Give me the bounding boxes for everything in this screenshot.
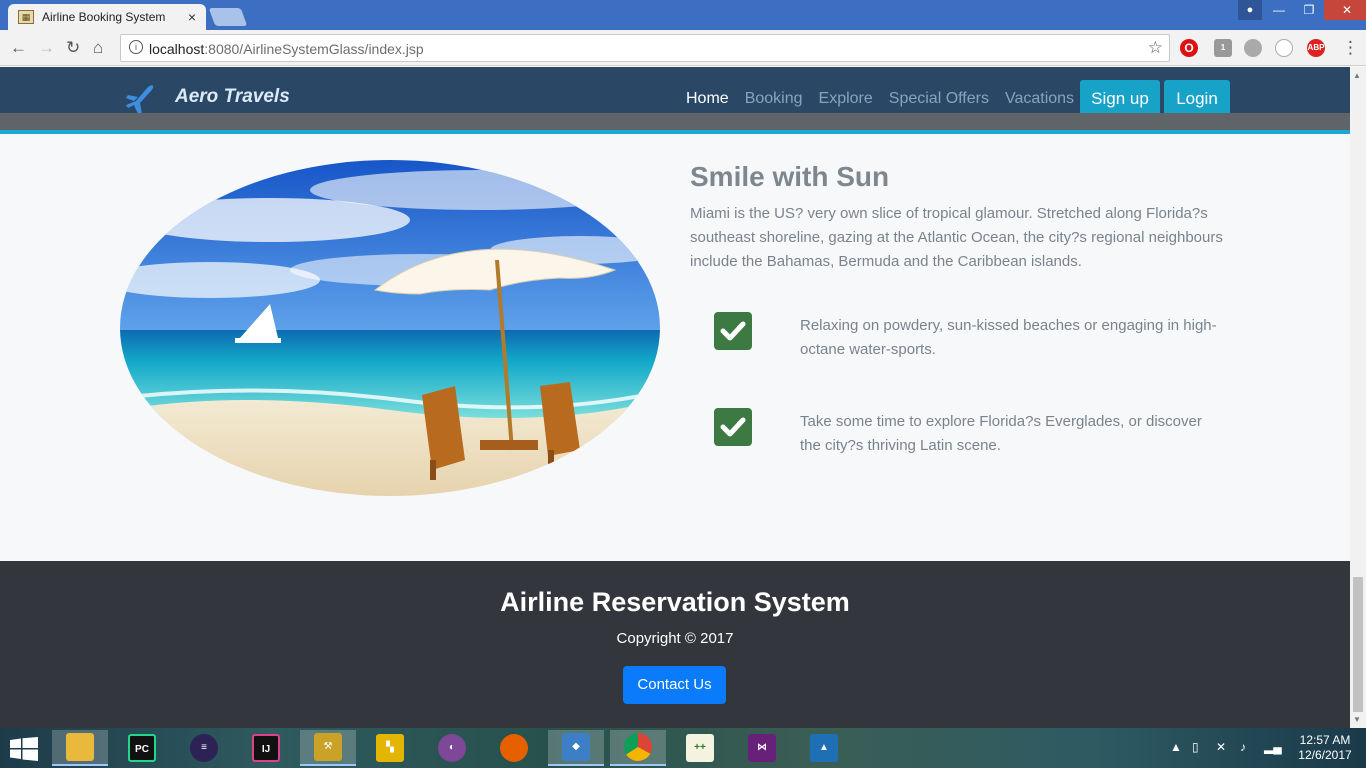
section-intro: Miami is the US? very own slice of tropi… bbox=[690, 205, 1223, 270]
close-window-icon[interactable]: ✕ bbox=[1324, 0, 1366, 20]
taskbar-file-explorer[interactable] bbox=[52, 730, 108, 766]
section-heading: Smile with Sun bbox=[690, 161, 890, 192]
chrome-icon bbox=[624, 733, 652, 761]
site-footer: Airline Reservation System Copyright © 2… bbox=[0, 561, 1350, 728]
nav-link-explore[interactable]: Explore bbox=[819, 90, 873, 108]
taskbar-eclipse[interactable]: ≡ bbox=[176, 730, 232, 766]
virtualbox-icon: ◆ bbox=[562, 733, 590, 761]
window-controls: — ❐ ✕ bbox=[1264, 0, 1366, 20]
taskbar-chrome[interactable] bbox=[610, 730, 666, 766]
nav-link-home[interactable]: Home bbox=[686, 90, 729, 108]
taskbar-intellij[interactable]: IJ bbox=[238, 730, 294, 766]
scroll-thumb[interactable] bbox=[1353, 577, 1363, 712]
page-viewport: Aero Travels Home Booking Explore Specia… bbox=[0, 67, 1350, 728]
tab-title: Airline Booking System bbox=[42, 10, 166, 24]
tools-icon: ⚒ bbox=[314, 733, 342, 761]
navbar-accent-line bbox=[0, 130, 1350, 134]
taskbar-clock[interactable]: 12:57 AM 12/6/2017 bbox=[1290, 733, 1360, 763]
intellij-icon: IJ bbox=[252, 734, 280, 762]
shield-extension-icon[interactable]: 1 bbox=[1214, 39, 1232, 57]
bookmark-star-icon[interactable]: ☆ bbox=[1148, 38, 1163, 58]
taskbar-tools[interactable]: ⚒ bbox=[300, 730, 356, 766]
tor-icon: ◐ bbox=[438, 734, 466, 762]
taskbar-firefox[interactable] bbox=[486, 730, 542, 766]
footer-title: Airline Reservation System bbox=[500, 587, 850, 617]
home-icon[interactable]: ⌂ bbox=[93, 38, 103, 58]
forward-arrow-icon[interactable]: → bbox=[38, 38, 55, 58]
feature-text-2: Take some time to explore Florida?s Ever… bbox=[800, 413, 1202, 454]
feature-text-1: Relaxing on powdery, sun-kissed beaches … bbox=[800, 317, 1217, 358]
nav-links: Home Booking Explore Special Offers Vaca… bbox=[686, 90, 1090, 108]
windows-taskbar: PC ≡ IJ ⚒ ▚ ◐ ◆ ++ ⋈ ▲ ▲ ▯ ✕ ♪ ▂▄ 12:57 … bbox=[0, 728, 1366, 768]
scroll-down-icon[interactable]: ▼ bbox=[1353, 715, 1361, 724]
browser-tab[interactable]: ▦ Airline Booking System × bbox=[8, 4, 206, 30]
tab-favicon-icon: ▦ bbox=[18, 10, 34, 24]
navbar-shadow-band bbox=[0, 113, 1350, 130]
nav-link-special-offers[interactable]: Special Offers bbox=[889, 90, 989, 108]
contact-us-button[interactable]: Contact Us bbox=[623, 666, 726, 704]
footer-copyright: Copyright © 2017 bbox=[616, 630, 734, 647]
tray-device-icon[interactable]: ▯ bbox=[1192, 740, 1199, 754]
matlab-icon: ▲ bbox=[810, 734, 838, 762]
checkmark-icon bbox=[714, 312, 752, 350]
windows-start-icon[interactable] bbox=[10, 737, 38, 761]
checkmark-icon bbox=[714, 408, 752, 446]
opera-extension-icon[interactable]: O bbox=[1180, 39, 1198, 57]
blocks-icon: ▚ bbox=[376, 734, 404, 762]
reload-icon[interactable]: ↻ bbox=[66, 38, 80, 58]
nav-link-vacations[interactable]: Vacations bbox=[1005, 90, 1074, 108]
circle-extension-icon[interactable] bbox=[1275, 39, 1293, 57]
url-text: localhost:8080/AirlineSystemGlass/index.… bbox=[149, 41, 424, 57]
taskbar-virtualbox[interactable]: ◆ bbox=[548, 730, 604, 766]
browser-titlebar: ▦ Airline Booking System × ● — ❐ ✕ bbox=[0, 0, 1366, 30]
visual-studio-icon: ⋈ bbox=[748, 734, 776, 762]
taskbar-tor[interactable]: ◐ bbox=[424, 730, 480, 766]
airplane-logo-icon bbox=[126, 85, 154, 114]
tray-overflow-icon[interactable]: ▲ bbox=[1170, 740, 1182, 754]
page-scrollbar[interactable]: ▲ ▼ bbox=[1350, 67, 1366, 728]
menu-kebab-icon[interactable]: ⋮ bbox=[1342, 38, 1359, 58]
taskbar-app-5[interactable]: ▚ bbox=[362, 730, 418, 766]
address-bar[interactable]: i localhost:8080/AirlineSystemGlass/inde… bbox=[120, 34, 1170, 62]
signal-icon[interactable]: ▂▄ bbox=[1264, 740, 1282, 754]
new-tab-button[interactable] bbox=[208, 8, 248, 26]
eclipse-icon: ≡ bbox=[190, 734, 218, 762]
pycharm-icon: PC bbox=[128, 734, 156, 762]
taskbar-visual-studio[interactable]: ⋈ bbox=[734, 730, 790, 766]
back-arrow-icon[interactable]: ← bbox=[10, 38, 27, 58]
adblock-plus-icon[interactable]: ABP bbox=[1307, 39, 1325, 57]
browser-toolbar: ← → ↻ ⌂ i localhost:8080/AirlineSystemGl… bbox=[0, 30, 1366, 66]
profile-icon[interactable]: ● bbox=[1238, 0, 1262, 20]
taskbar-notepad-plus[interactable]: ++ bbox=[672, 730, 728, 766]
notepad-plus-icon: ++ bbox=[686, 734, 714, 762]
clock-date: 12/6/2017 bbox=[1298, 748, 1352, 762]
network-icon[interactable]: ✕ bbox=[1216, 740, 1226, 754]
url-host: localhost bbox=[149, 41, 205, 57]
beach-scene-illustration bbox=[120, 160, 660, 496]
nav-link-booking[interactable]: Booking bbox=[745, 90, 803, 108]
extension-badge: 1 bbox=[1220, 43, 1226, 52]
taskbar-matlab[interactable]: ▲ bbox=[796, 730, 852, 766]
tab-close-icon[interactable]: × bbox=[188, 9, 196, 25]
volume-icon[interactable]: ♪ bbox=[1240, 740, 1246, 754]
clock-time: 12:57 AM bbox=[1299, 733, 1351, 747]
url-path: :8080/AirlineSystemGlass/index.jsp bbox=[204, 41, 424, 57]
site-info-icon[interactable]: i bbox=[129, 40, 143, 54]
brand-name[interactable]: Aero Travels bbox=[175, 86, 290, 108]
scroll-up-icon[interactable]: ▲ bbox=[1353, 71, 1361, 80]
beach-image bbox=[120, 160, 660, 496]
cloud-extension-icon[interactable] bbox=[1244, 39, 1262, 57]
taskbar-pycharm[interactable]: PC bbox=[114, 730, 170, 766]
minimize-icon[interactable]: — bbox=[1264, 0, 1294, 20]
folder-icon bbox=[66, 733, 94, 761]
restore-icon[interactable]: ❐ bbox=[1294, 0, 1324, 20]
firefox-icon bbox=[500, 734, 528, 762]
